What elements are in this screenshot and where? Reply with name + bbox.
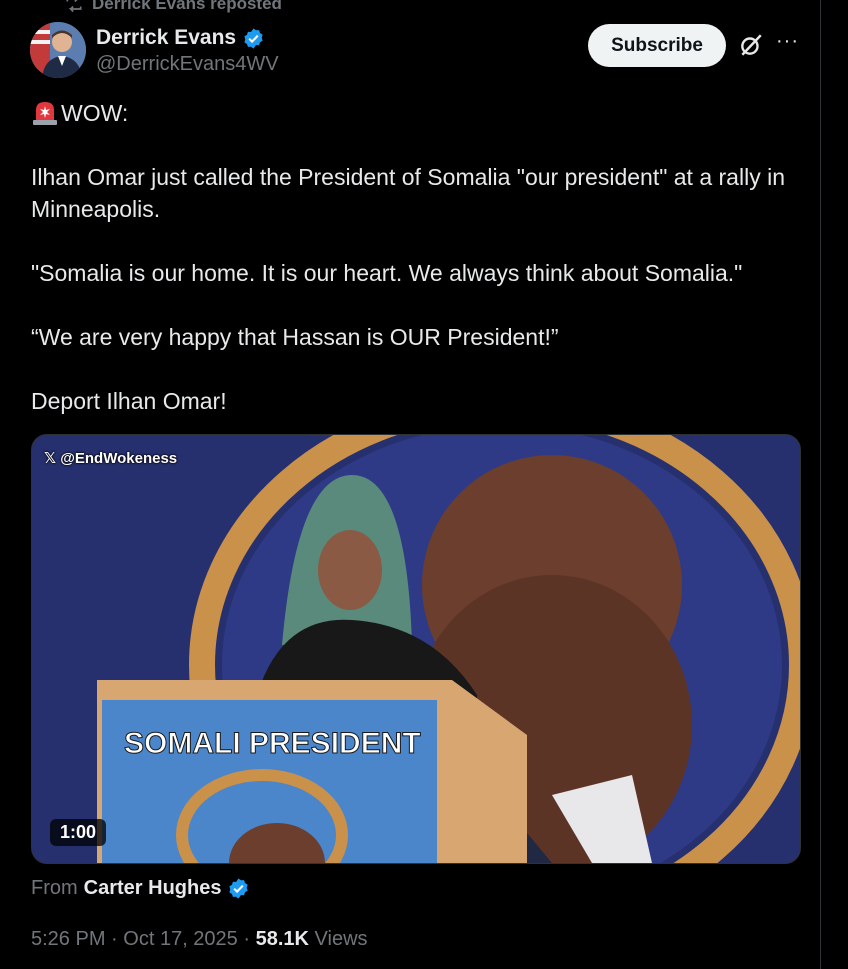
tweet-paragraph: Ilhan Omar just called the President of … — [31, 164, 785, 222]
meta-separator: · — [243, 928, 251, 950]
verified-badge-icon — [229, 878, 249, 899]
video-duration-badge: 1:00 — [50, 819, 107, 846]
attribution-prefix: From — [31, 877, 78, 899]
video-frame: SOMALI PRESIDENT — [32, 435, 800, 863]
watermark-handle: @EndWokeness — [60, 450, 178, 467]
video-player[interactable]: SOMALI PRESIDENT 𝕏 @EndWokeness 1:00 — [31, 434, 801, 864]
attribution: From Carter Hughes — [31, 877, 250, 900]
avatar[interactable] — [30, 22, 86, 78]
verified-badge-icon — [244, 27, 263, 49]
repost-icon — [66, 0, 82, 13]
grok-icon[interactable] — [738, 32, 764, 58]
more-options-icon[interactable]: ··· — [776, 30, 799, 53]
author-handle[interactable]: @DerrickEvans4WV — [96, 53, 279, 76]
meta-separator: · — [111, 928, 118, 950]
tweet-date[interactable]: Oct 17, 2025 — [123, 928, 238, 950]
attribution-name[interactable]: Carter Hughes — [84, 877, 222, 900]
repost-indicator[interactable]: Derrick Evans reposted — [64, 0, 282, 14]
views-count: 58.1K — [255, 928, 309, 950]
tweet-time[interactable]: 5:26 PM — [31, 928, 105, 950]
tweet-heading: WOW: — [61, 100, 129, 126]
views-label: Views — [314, 928, 368, 950]
tweet-paragraph: “We are very happy that Hassan is OUR Pr… — [31, 324, 559, 350]
tweet-heading-line: WOW: — [31, 97, 801, 129]
author-name[interactable]: Derrick Evans — [96, 26, 236, 50]
tweet-paragraph: Deport Ilhan Omar! — [31, 388, 227, 414]
author-name-row[interactable]: Derrick Evans — [96, 26, 265, 50]
tweet-body: WOW: Ilhan Omar just called the Presiden… — [31, 97, 801, 417]
x-logo-icon: 𝕏 — [44, 450, 61, 467]
tweet-meta: 5:26 PM · Oct 17, 2025 · 58.1K Views — [31, 928, 368, 951]
column-divider — [820, 0, 821, 969]
watermark: 𝕏 @EndWokeness — [44, 449, 177, 467]
siren-emoji-icon — [33, 102, 57, 125]
subscribe-button[interactable]: Subscribe — [588, 24, 726, 67]
tweet-paragraph: "Somalia is our home. It is our heart. W… — [31, 260, 743, 286]
repost-label: Derrick Evans reposted — [92, 0, 282, 13]
podium-text: SOMALI PRESIDENT — [124, 727, 421, 760]
